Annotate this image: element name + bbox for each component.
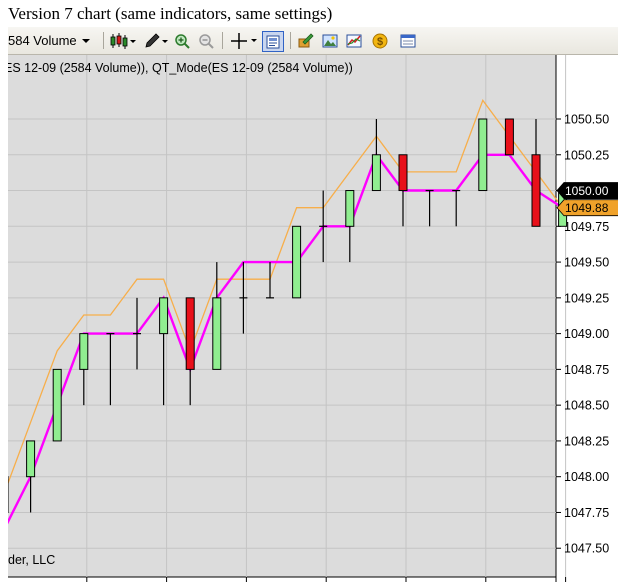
window-button[interactable] [398, 31, 418, 50]
toolbar-separator [103, 32, 104, 49]
price-tick-label: 1047.50 [564, 542, 609, 556]
data-box-icon [266, 35, 280, 48]
plot-background [8, 55, 556, 577]
draw-tool-button[interactable] [142, 31, 170, 50]
candle-body-up [371, 154, 381, 192]
chart-button[interactable] [344, 31, 364, 50]
candle-body-up [345, 190, 355, 227]
candle-body-up [26, 440, 36, 478]
zoom-out-button[interactable] [196, 31, 216, 50]
indicator-price-marker: 1049.88 [556, 199, 620, 217]
candle-body-down [504, 118, 514, 156]
toolbar: 584 Volume $ [8, 27, 618, 55]
crosshair-icon [231, 32, 257, 49]
chart-area[interactable]: 1050.50 1050.25 1050.00 1049.75 1049.50 1049.… [0, 55, 620, 582]
candle-body-up [292, 225, 302, 299]
price-tick-label: 1050.25 [564, 148, 609, 162]
coin-icon: $ [372, 33, 388, 48]
picture-button[interactable] [320, 31, 340, 50]
toolbar-separator [290, 32, 291, 49]
price-tick-label: 1049.50 [564, 256, 609, 270]
price-tick-label: 1049.00 [564, 327, 609, 341]
price-chart[interactable]: 1050.50 1050.25 1050.00 1049.75 1049.50 1049.… [0, 55, 620, 582]
window-icon [400, 34, 416, 47]
price-tick-label: 1050.50 [564, 113, 609, 127]
candlestick-icon [110, 32, 136, 49]
candle-body-down [398, 154, 408, 192]
candle-body-up [212, 297, 222, 370]
properties-button[interactable] [296, 31, 316, 50]
picture-icon [322, 34, 338, 47]
pencil-icon [145, 32, 168, 48]
coin-button[interactable]: $ [370, 31, 390, 50]
candle [52, 368, 62, 442]
candle-body-up [159, 297, 169, 335]
candle-body-up [79, 333, 89, 370]
properties-icon [298, 32, 314, 47]
zoom-in-icon [175, 33, 190, 49]
svg-text:$: $ [377, 36, 383, 48]
price-tick-label: 1048.50 [564, 399, 609, 413]
chart-icon [346, 34, 362, 47]
instrument-selector[interactable]: 584 Volume [8, 31, 94, 50]
indicator-label: ES 12-09 (2584 Volume)), QT_Mode(ES 12-0… [8, 61, 353, 75]
crosshair-button[interactable] [228, 31, 260, 50]
candle-body-up [478, 118, 488, 192]
candle [478, 118, 488, 192]
candle-body-down [531, 154, 541, 227]
price-tick-label: 1047.75 [564, 506, 609, 520]
copyright-label: der, LLC [8, 553, 55, 567]
candle [504, 118, 514, 156]
price-tick-label: 1049.75 [564, 220, 609, 234]
chevron-down-icon [81, 38, 90, 43]
toolbar-separator [222, 32, 223, 49]
instrument-label: 584 Volume [8, 33, 77, 48]
candle-body-down [185, 297, 195, 370]
caption: Version 7 chart (same indicators, same s… [8, 4, 333, 23]
last-price-marker: 1050.00 [556, 182, 620, 199]
data-box-button[interactable] [262, 31, 284, 52]
price-tick-label: 1048.00 [564, 470, 609, 484]
zoom-in-button[interactable] [172, 31, 192, 50]
price-tick-label: 1049.25 [564, 291, 609, 305]
last-price-label: 1050.00 [565, 184, 609, 198]
price-tick-label: 1048.25 [564, 434, 609, 448]
candle-body-up [52, 368, 62, 442]
price-tick-label: 1048.75 [564, 363, 609, 377]
chart-window: 584 Volume $ 1050.50 1050.25 1049.75 104… [0, 27, 620, 582]
bar-type-button[interactable] [108, 31, 138, 50]
candle [292, 225, 302, 299]
zoom-out-icon [199, 33, 214, 49]
indicator-price-label: 1049.88 [565, 201, 609, 215]
